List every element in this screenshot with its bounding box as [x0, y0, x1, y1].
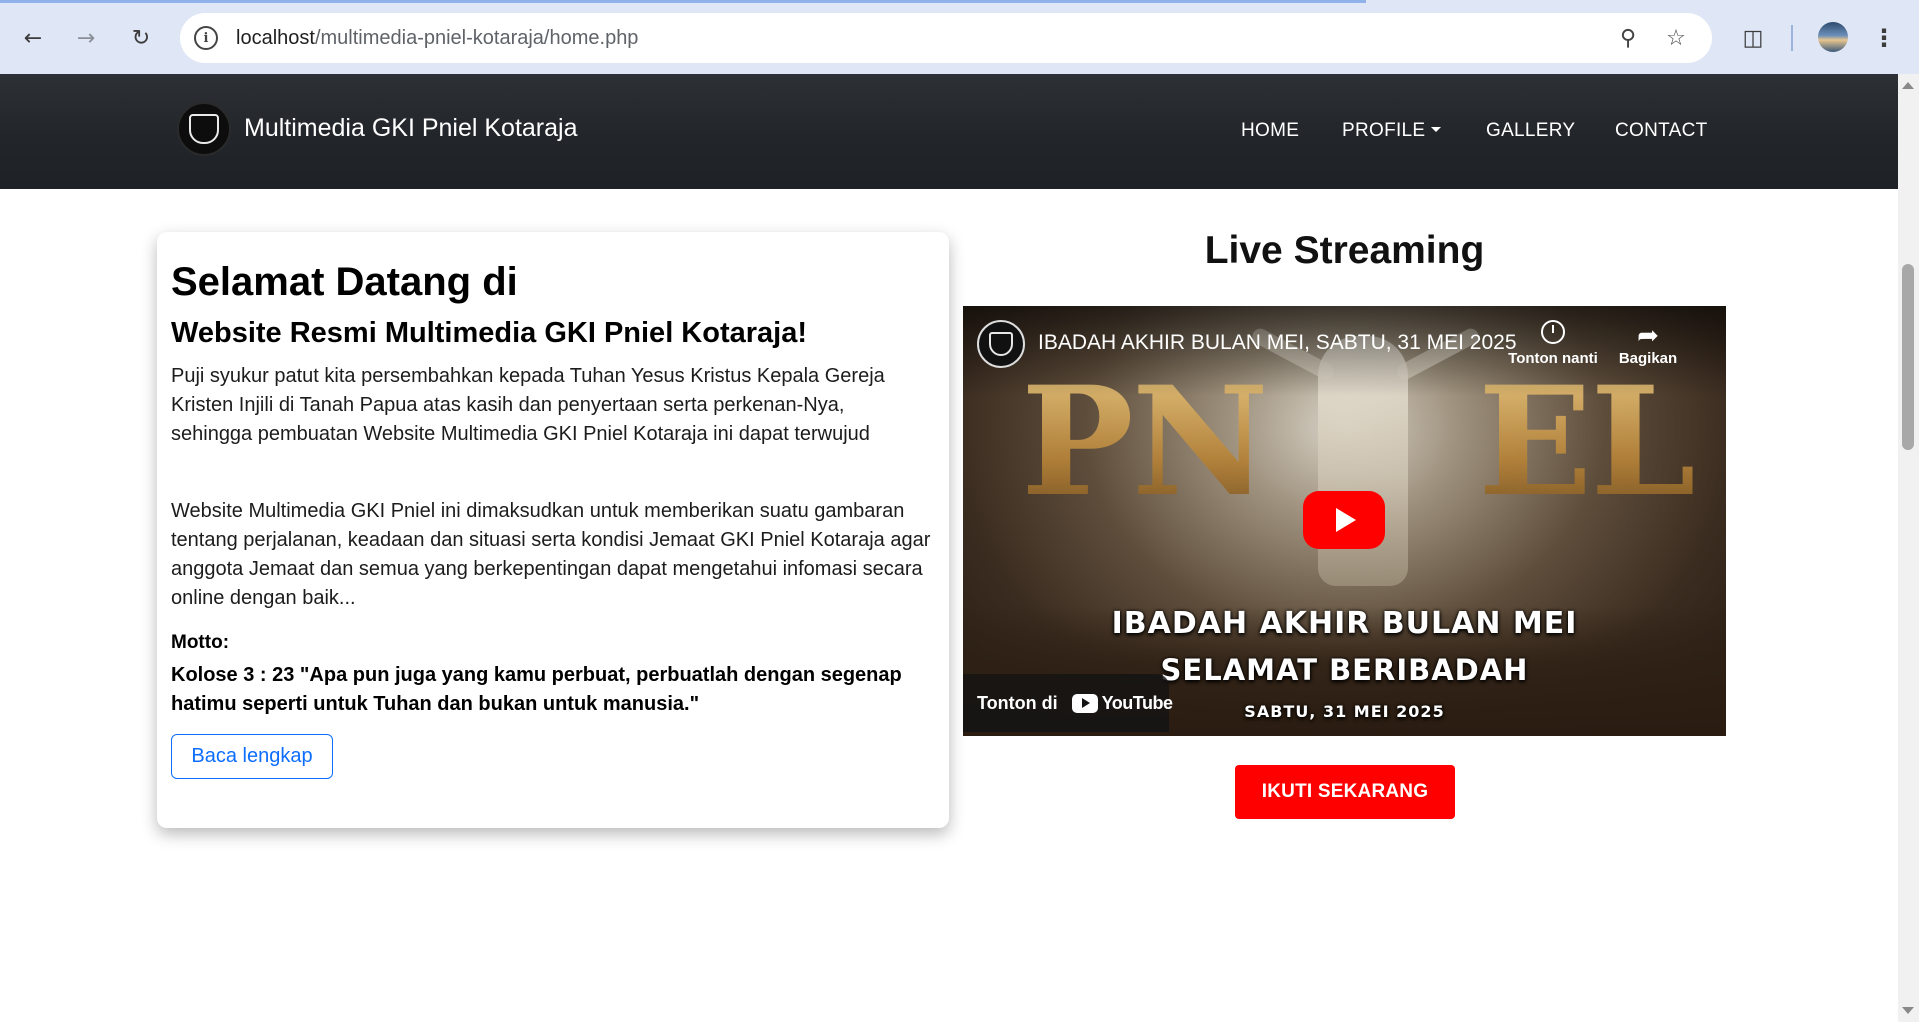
welcome-paragraph-1: Puji syukur patut kita persembahkan kepa…	[171, 365, 885, 445]
forward-arrow-icon[interactable]: →	[70, 22, 102, 54]
brand-name[interactable]: Multimedia GKI Pniel Kotaraja	[244, 114, 577, 143]
page-load-progress	[0, 0, 1366, 3]
channel-avatar[interactable]	[977, 320, 1025, 368]
youtube-embed[interactable]: PN EL IBADAH AKHIR BULAN MEI, SABTU, 31 …	[963, 306, 1726, 736]
video-title[interactable]: IBADAH AKHIR BULAN MEI, SABTU, 31 MEI 20…	[1038, 331, 1517, 355]
thumbnail-overlay-line-1: IBADAH AKHIR BULAN MEI	[1111, 606, 1578, 641]
youtube-wordmark: YouTube	[1101, 692, 1173, 713]
back-arrow-icon[interactable]: ←	[17, 22, 49, 54]
toolbar-divider	[1791, 25, 1793, 51]
page-viewport: Multimedia GKI Pniel Kotaraja HOME PROFI…	[0, 74, 1898, 1022]
watch-on-label: Tonton di	[977, 692, 1058, 713]
scroll-up-arrow-icon[interactable]	[1902, 82, 1914, 89]
nav-home[interactable]: HOME	[1241, 120, 1299, 142]
read-more-button[interactable]: Baca lengkap	[171, 734, 333, 779]
share-label: Bagikan	[1618, 350, 1678, 367]
menu-kebab-icon[interactable]: ⋮	[1872, 22, 1896, 54]
youtube-logo: YouTube	[1071, 692, 1173, 714]
address-bar[interactable]: i localhost/multimedia-pniel-kotaraja/ho…	[180, 13, 1712, 63]
nav-profile-label: PROFILE	[1342, 120, 1426, 141]
welcome-card: Selamat Datang di Website Resmi Multimed…	[157, 232, 949, 828]
browser-toolbar: ← → ↻ i localhost/multimedia-pniel-kotar…	[0, 0, 1919, 74]
site-navbar: Multimedia GKI Pniel Kotaraja HOME PROFI…	[0, 74, 1898, 189]
youtube-play-icon	[1071, 693, 1098, 713]
reload-icon[interactable]: ↻	[125, 22, 157, 54]
shield-icon	[989, 332, 1013, 356]
url-host: localhost	[236, 27, 315, 49]
scrollbar-thumb[interactable]	[1902, 264, 1914, 450]
welcome-subtitle: Website Resmi Multimedia GKI Pniel Kotar…	[171, 317, 808, 349]
welcome-title: Selamat Datang di	[171, 260, 518, 304]
bookmark-star-icon[interactable]: ☆	[1663, 25, 1689, 51]
welcome-paragraph-2: Website Multimedia GKI Pniel ini dimaksu…	[171, 500, 931, 609]
follow-now-button[interactable]: IKUTI SEKARANG	[1235, 765, 1455, 819]
play-icon	[1336, 508, 1356, 532]
nav-contact[interactable]: CONTACT	[1615, 120, 1708, 142]
share-button[interactable]: ➦ Bagikan	[1598, 320, 1698, 367]
brand-logo[interactable]	[177, 102, 231, 156]
scroll-down-arrow-icon[interactable]	[1902, 1007, 1914, 1014]
nav-profile[interactable]: PROFILE	[1342, 120, 1442, 142]
site-info-icon[interactable]: i	[194, 26, 218, 50]
profile-avatar[interactable]	[1818, 22, 1848, 52]
share-arrow-icon: ➦	[1637, 320, 1659, 350]
play-button[interactable]	[1303, 491, 1385, 549]
watch-later-label: Tonton nanti	[1508, 350, 1598, 367]
extensions-icon[interactable]: ◫	[1737, 22, 1769, 54]
url-text[interactable]: localhost/multimedia-pniel-kotaraja/home…	[236, 27, 638, 50]
motto-text: Kolose 3 : 23 "Apa pun juga yang kamu pe…	[171, 664, 902, 715]
caret-down-icon	[1431, 126, 1442, 132]
clock-icon	[1541, 320, 1565, 344]
zoom-icon[interactable]: ⚲	[1615, 25, 1641, 51]
page-scrollbar[interactable]	[1898, 74, 1919, 1022]
shield-icon	[189, 114, 219, 144]
watch-later-button[interactable]: Tonton nanti	[1503, 320, 1603, 367]
nav-gallery[interactable]: GALLERY	[1486, 120, 1575, 142]
live-streaming-title: Live Streaming	[1204, 229, 1485, 272]
watch-on-youtube-button[interactable]: Tonton di YouTube	[963, 674, 1173, 732]
url-path: /multimedia-pniel-kotaraja/home.php	[314, 27, 639, 49]
motto-label: Motto:	[171, 632, 230, 653]
